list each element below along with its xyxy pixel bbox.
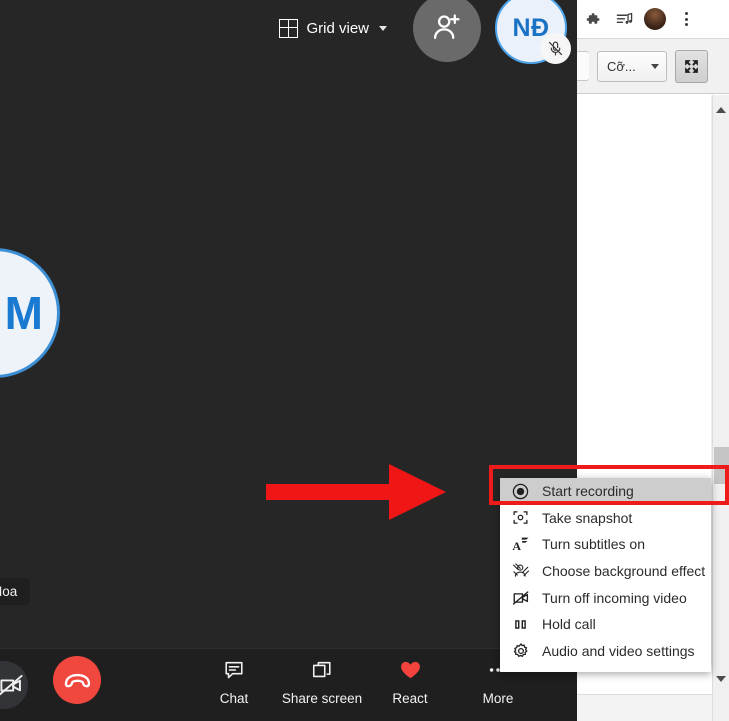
add-people-button[interactable] [413,0,481,62]
chat-icon [223,657,245,682]
hangup-button[interactable] [53,656,101,704]
document-toolbar: Cỡ... [575,39,729,94]
menu-item-take-snapshot[interactable]: Take snapshot [500,505,711,532]
scroll-down-arrow[interactable] [713,670,729,687]
document-statusbar [575,694,712,721]
scroll-up-arrow[interactable] [713,101,729,118]
svg-text:A: A [512,539,521,553]
background-effect-icon [511,562,530,581]
profile-avatar[interactable] [644,8,666,30]
meeting-actions: Chat Share screen React More [190,657,542,706]
chevron-down-icon [379,25,387,31]
chevron-down-icon [651,63,659,69]
playlist-music-icon[interactable] [614,9,634,29]
record-circle-icon [511,482,530,501]
participant-name: Moa [0,584,18,599]
menu-item-label: Start recording [542,483,634,500]
participant-avatar[interactable]: M [0,248,60,378]
more-label: More [482,691,514,706]
subtitles-icon: A [511,535,530,554]
snapshot-icon [511,508,530,527]
size-select-value: Cỡ... [607,58,636,74]
menu-item-choose-background-effect[interactable]: Choose background effect [500,558,711,585]
three-dots-menu-icon[interactable] [676,9,696,29]
menu-item-turn-subtitles-on[interactable]: A Turn subtitles on [500,531,711,558]
hangup-phone-icon [64,673,90,687]
red-arrow-annotation [266,462,446,527]
gear-icon [511,641,530,660]
menu-item-turn-off-incoming-video[interactable]: Turn off incoming video [500,584,711,611]
menu-item-label: Hold call [542,616,596,633]
heart-icon [398,657,423,682]
share-screen-button[interactable]: Share screen [278,657,366,706]
vertical-scrollbar[interactable] [712,95,729,721]
fullscreen-button[interactable] [675,49,708,83]
menu-item-start-recording[interactable]: Start recording [500,478,711,505]
menu-item-label: Audio and video settings [542,642,695,659]
teams-meeting-window: Grid view NĐ M oa Chat Share screen Reac… [0,0,577,721]
pause-icon [511,615,530,634]
puzzle-icon[interactable] [584,9,604,29]
camera-off-icon [0,674,23,695]
menu-item-label: Choose background effect [542,563,706,580]
size-select[interactable]: Cỡ... [597,50,667,82]
grid-view-button[interactable]: Grid view [279,18,387,38]
camera-toggle-button[interactable] [0,661,28,709]
chat-button[interactable]: Chat [190,657,278,706]
red-arrow-pointing-right [266,464,446,520]
participant-name-badge: Moa [0,578,31,605]
menu-item-label: Turn off incoming video [542,589,687,606]
menu-item-label: Take snapshot [542,509,633,526]
meeting-stage: Grid view NĐ M oa [0,0,577,648]
react-button[interactable]: React [366,657,454,706]
scrollbar-thumb[interactable] [714,447,729,484]
react-label: React [392,691,428,706]
microphone-muted-icon [540,33,571,64]
menu-item-audio-and-video-settings[interactable]: Audio and video settings [500,638,711,665]
menu-item-label: Turn subtitles on [542,536,645,553]
add-person-icon [433,14,460,40]
grid-view-label: Grid view [306,19,369,37]
share-screen-icon [311,657,333,682]
toolbar-button-partial[interactable] [575,51,589,81]
menu-item-hold-call[interactable]: Hold call [500,611,711,638]
chat-label: Chat [219,691,249,706]
browser-chrome-toolbar [575,0,729,38]
meeting-topbar: Grid view NĐ [0,0,577,64]
participant-initials: M [4,287,43,339]
self-avatar[interactable]: NĐ [495,0,571,64]
share-screen-label: Share screen [281,691,363,706]
grid-icon [279,18,299,38]
screenshot-root: Cỡ... Grid view NĐ M oa Chat Share scree… [0,0,729,721]
video-off-icon [511,588,530,607]
more-options-menu[interactable]: Start recording Take snapshot A Turn sub… [500,478,711,672]
